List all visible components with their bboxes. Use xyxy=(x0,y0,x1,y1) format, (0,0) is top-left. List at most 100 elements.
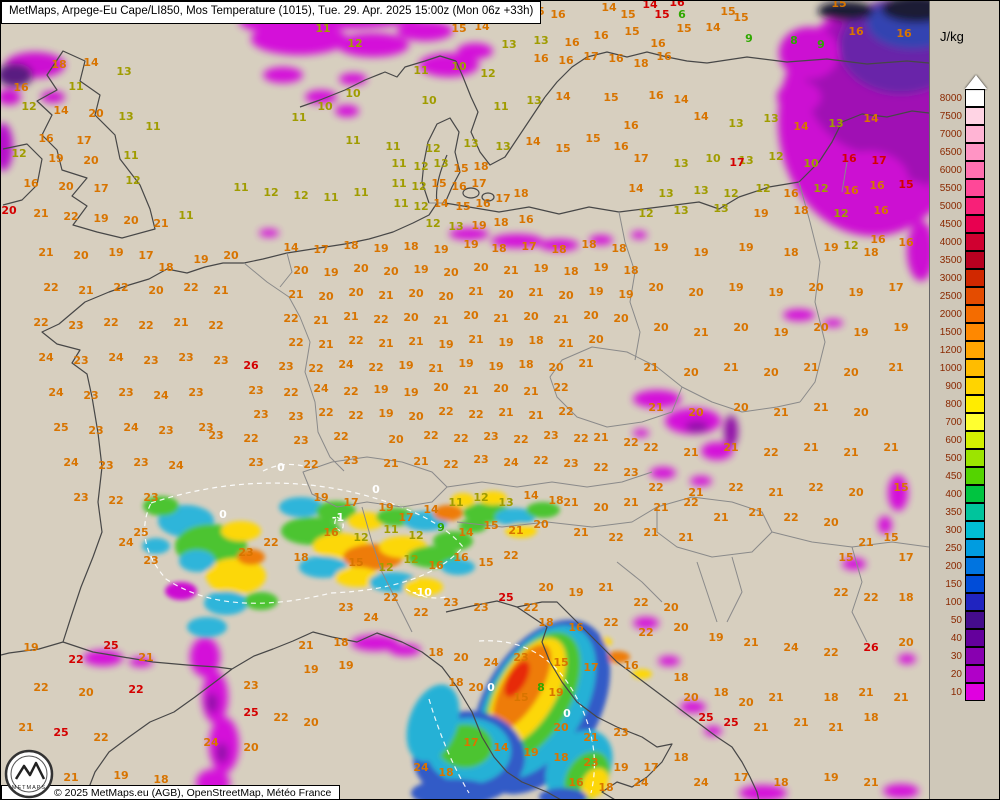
temperature-value: 16 xyxy=(451,180,467,193)
temperature-value: 24 xyxy=(483,656,499,669)
temperature-value: 8 xyxy=(790,34,798,47)
temperature-value: 22 xyxy=(468,408,483,421)
temperature-value: 23 xyxy=(513,651,528,664)
temperature-value: 21 xyxy=(723,361,738,374)
temperature-value: 15 xyxy=(453,162,468,175)
colorbar-cell xyxy=(965,161,985,179)
temperature-value: 13 xyxy=(673,204,688,217)
colorbar-label: 1000 xyxy=(934,363,965,374)
temperature-value: 12 xyxy=(425,142,440,155)
colorbar-label: 150 xyxy=(934,579,965,590)
temperature-value: 23 xyxy=(213,354,228,367)
temperature-value: 19 xyxy=(773,326,788,339)
temperature-value: 21 xyxy=(643,361,658,374)
temperature-value: 21 xyxy=(468,333,483,346)
temperature-value: 14 xyxy=(423,503,439,516)
cape-region xyxy=(335,105,359,117)
metmaps-logo: METMAPS xyxy=(4,749,54,799)
cape-region xyxy=(658,656,680,666)
temperature-value: 25 xyxy=(103,639,118,652)
colorbar-cell xyxy=(965,395,985,413)
temperature-value: 10 xyxy=(705,152,721,165)
temperature-value: 20 xyxy=(673,621,689,634)
temperature-value: 12 xyxy=(480,67,495,80)
temperature-value: 17 xyxy=(583,661,598,674)
temperature-value: 12 xyxy=(638,207,653,220)
temperature-value: 20 xyxy=(763,366,779,379)
temperature-value: 13 xyxy=(433,157,448,170)
temperature-value: 21 xyxy=(503,264,518,277)
temperature-value: 19 xyxy=(48,152,63,165)
temperature-value: 13 xyxy=(828,117,843,130)
temperature-value: 20 xyxy=(403,311,419,324)
temperature-value: 14 xyxy=(793,120,809,133)
colorbar-label: 5000 xyxy=(934,201,965,212)
temperature-value: 13 xyxy=(501,38,516,51)
temperature-value: 24 xyxy=(153,389,169,402)
temperature-value: 23 xyxy=(473,453,488,466)
temperature-value: 15 xyxy=(620,8,635,21)
contour-label: 0 xyxy=(277,461,285,474)
temperature-value: 18 xyxy=(633,57,648,70)
temperature-value: 20 xyxy=(348,286,364,299)
temperature-value: 15 xyxy=(483,519,498,532)
temperature-value: 21 xyxy=(888,361,903,374)
temperature-value: 16 xyxy=(568,776,584,789)
colorbar-row: 10 xyxy=(934,683,987,701)
temperature-value: 22 xyxy=(93,731,108,744)
cape-region xyxy=(898,654,916,664)
temperature-value: 19 xyxy=(488,360,503,373)
temperature-value: 19 xyxy=(338,659,353,672)
temperature-value: 22 xyxy=(33,681,48,694)
temperature-value: 20 xyxy=(1,204,17,217)
temperature-value: 21 xyxy=(773,406,788,419)
temperature-value: 22 xyxy=(423,429,438,442)
temperature-value: 12 xyxy=(413,200,428,213)
temperature-value: 20 xyxy=(853,406,869,419)
temperature-value: 23 xyxy=(143,554,158,567)
temperature-value: 17 xyxy=(898,551,913,564)
temperature-value: 22 xyxy=(513,433,528,446)
cape-region xyxy=(690,476,712,486)
temperature-value: 23 xyxy=(248,384,263,397)
temperature-value: 15 xyxy=(838,551,853,564)
temperature-value: 8 xyxy=(537,681,545,694)
temperature-value: 21 xyxy=(753,721,768,734)
temperature-value: 23 xyxy=(613,726,628,739)
temperature-value: 22 xyxy=(503,549,518,562)
temperature-value: 18 xyxy=(491,242,506,255)
temperature-value: 16 xyxy=(593,29,609,42)
temperature-value: 18 xyxy=(713,686,728,699)
colorbar-label: 6500 xyxy=(934,147,965,158)
cape-region xyxy=(187,617,227,637)
colorbar-label: 40 xyxy=(934,633,965,644)
temperature-value: 18 xyxy=(513,187,528,200)
colorbar-cell xyxy=(965,629,985,647)
colorbar-row: 5000 xyxy=(934,197,987,215)
temperature-value: 23 xyxy=(253,408,268,421)
temperature-value: 12 xyxy=(473,491,488,504)
temperature-value: 12 xyxy=(21,100,36,113)
temperature-value: 21 xyxy=(813,401,828,414)
temperature-value: 23 xyxy=(248,456,263,469)
temperature-value: 21 xyxy=(528,409,543,422)
temperature-value: 20 xyxy=(848,486,864,499)
temperature-value: 12 xyxy=(843,239,858,252)
copyright-text: © 2025 MetMaps.eu (AGB), OpenStreetMap, … xyxy=(54,787,331,799)
temperature-value: 19 xyxy=(378,501,393,514)
temperature-value: 20 xyxy=(293,264,309,277)
temperature-value: 16 xyxy=(568,621,584,634)
colorbar-label: 3500 xyxy=(934,255,965,266)
temperature-value: 21 xyxy=(463,384,478,397)
temperature-value: 22 xyxy=(333,430,348,443)
temperature-value: 21 xyxy=(828,721,843,734)
temperature-value: 19 xyxy=(433,243,448,256)
legend-unit-label: J/kg xyxy=(940,29,1000,44)
temperature-value: 15 xyxy=(585,132,600,145)
temperature-value: 16 xyxy=(841,152,857,165)
temperature-value: 22 xyxy=(128,683,143,696)
temperature-value: 15 xyxy=(555,142,570,155)
temperature-value: 19 xyxy=(323,266,338,279)
temperature-value: 17 xyxy=(313,243,328,256)
temperature-value: 19 xyxy=(471,219,486,232)
